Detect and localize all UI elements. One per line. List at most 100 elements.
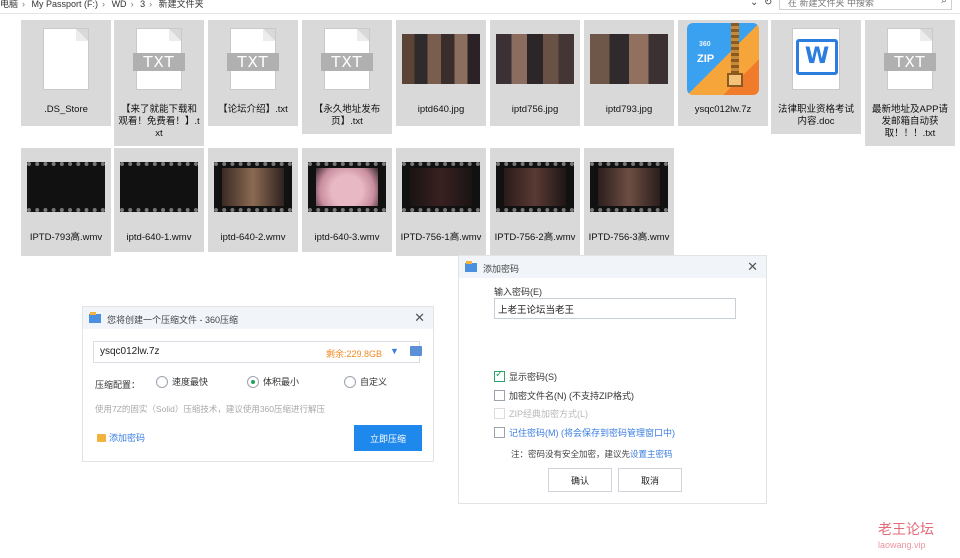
breadcrumb-drive[interactable]: My Passport (F:) [32,0,99,9]
refresh-icon[interactable]: ↻ [764,0,772,8]
file-name: 【论坛介绍】.txt [218,104,288,115]
option-fastest[interactable]: 速度最快 [156,375,208,388]
file-item[interactable]: IPTD-756-1高.wmv [396,148,486,256]
start-compress-button[interactable]: 立即压缩 [354,425,422,451]
file-item[interactable]: W 法律职业资格考试内容.doc [771,20,861,134]
close-icon[interactable]: ✕ [414,310,425,326]
word-document-icon: W [793,29,839,89]
file-name: 法律职业资格考试内容.doc [777,104,854,127]
dialog-title: 添加密码 [483,264,520,274]
file-item[interactable]: .DS_Store [21,20,111,126]
chevron-down-icon[interactable]: ⌄ [750,0,758,8]
txt-file-icon: TXT [321,29,373,89]
txt-file-icon: TXT [227,29,279,89]
file-item[interactable]: iptd-640-3.wmv [302,148,392,252]
show-password-checkbox[interactable]: 显示密码(S) [494,369,557,383]
checkbox-icon [494,427,505,438]
search-icon[interactable]: ⌕ [941,0,947,6]
file-item[interactable]: IPTD-756-2高.wmv [490,148,580,256]
file-item[interactable]: TXT 最新地址及APP请发邮箱自动获取！！！.txt [865,20,955,146]
image-thumbnail [402,34,480,84]
dialog-title: 您将创建一个压缩文件 - 360压缩 [107,315,239,325]
txt-file-icon: TXT [133,29,185,89]
file-item[interactable]: TXT 【论坛介绍】.txt [208,20,298,126]
archive-name-input[interactable] [100,346,280,357]
option-smallest[interactable]: 体积最小 [247,375,299,388]
file-item[interactable]: TXT 【来了就能下载和观看！免费看！】.txt [114,20,204,146]
zip-archive-icon: 360 ZIP [687,23,759,95]
add-password-link[interactable]: 添加密码 [97,431,145,444]
file-name: 【永久地址发布页】.txt [313,104,381,127]
video-thumbnail [590,162,668,212]
file-name: iptd640.jpg [417,104,465,115]
file-name: iptd-640-1.wmv [126,232,192,243]
file-name: IPTD-756-3高.wmv [588,232,670,243]
breadcrumb-computer[interactable]: 电脑 [0,0,18,9]
checkbox-checked-icon [494,369,505,382]
file-item[interactable]: IPTD-756-3高.wmv [584,148,674,256]
image-thumbnail [496,34,574,84]
remember-password-checkbox[interactable]: 记住密码(M) (将会保存到密码管理窗口中) [494,426,675,439]
file-item[interactable]: iptd756.jpg [490,20,580,126]
compression-note: 使用7Z的固实（Solid）压缩技术，建议使用360压缩进行解压 [95,404,326,414]
breadcrumb-folder[interactable]: 新建文件夹 [159,0,204,9]
file-name: 【来了就能下载和观看！免费看！】.txt [118,104,200,139]
password-input[interactable] [498,303,728,314]
file-name: iptd793.jpg [605,104,653,115]
file-item[interactable]: iptd640.jpg [396,20,486,126]
free-space-label: 剩余:229.8GB [326,349,383,359]
ok-button[interactable]: 确认 [548,468,612,492]
file-name: .DS_Store [44,104,88,115]
encrypt-filenames-checkbox[interactable]: 加密文件名(N) (不支持ZIP格式) [494,389,634,402]
radio-selected-icon [247,375,259,388]
config-label: 压缩配置： [95,380,141,390]
video-thumbnail [402,162,480,212]
password-field[interactable] [494,298,736,319]
compress-dialog: 您将创建一个压缩文件 - 360压缩 ✕ 剩余:229.8GB ▼ 压缩配置： … [83,307,433,461]
file-name: 最新地址及APP请发邮箱自动获取！！！.txt [871,104,948,139]
cancel-button[interactable]: 取消 [618,468,682,492]
archive-name-field[interactable]: 剩余:229.8GB ▼ [93,341,422,363]
lock-icon [97,433,106,442]
password-note: 注：密码没有安全加密，建议先设置主密码 [511,449,673,459]
video-thumbnail [120,162,198,212]
file-name: IPTD-793高.wmv [29,232,103,243]
video-thumbnail [496,162,574,212]
breadcrumb-3[interactable]: 3 [140,0,145,9]
file-name: ysqc012lw.7z [694,104,752,115]
file-item[interactable]: IPTD-793高.wmv [21,148,111,256]
file-item[interactable]: iptd-640-1.wmv [114,148,204,252]
file-name: iptd756.jpg [511,104,559,115]
file-item[interactable]: iptd-640-2.wmv [208,148,298,252]
password-label: 输入密码(E) [494,287,542,297]
file-name: iptd-640-2.wmv [220,232,286,243]
360-compress-icon [465,261,477,272]
checkbox-icon [494,408,505,419]
dialog-titlebar[interactable]: 您将创建一个压缩文件 - 360压缩 ✕ [83,307,433,329]
file-name: iptd-640-3.wmv [314,232,380,243]
radio-icon [156,375,168,388]
checkbox-icon [494,390,505,401]
folder-icon[interactable] [410,346,422,356]
zip-classic-checkbox: ZIP经典加密方式(L) [494,407,588,420]
video-thumbnail [27,162,105,212]
dialog-titlebar[interactable]: 添加密码 ✕ [459,256,766,278]
file-item[interactable]: 360 ZIP ysqc012lw.7z [678,20,768,126]
file-item[interactable]: iptd793.jpg [584,20,674,126]
set-master-password-link[interactable]: 设置主密码 [630,449,673,459]
image-thumbnail [590,34,668,84]
file-name: IPTD-756-1高.wmv [400,232,482,243]
360-compress-icon [89,312,101,323]
breadcrumb-wd[interactable]: WD [112,0,127,9]
breadcrumb[interactable]: 电脑 › My Passport (F:) › WD › 3 › 新建文件夹 [0,0,208,9]
video-thumbnail [308,162,386,212]
blank-file-icon [44,29,88,89]
chevron-down-icon[interactable]: ▼ [390,346,399,356]
file-item[interactable]: TXT 【永久地址发布页】.txt [302,20,392,134]
search-box[interactable]: ⌕ [779,0,952,10]
file-name: IPTD-756-2高.wmv [494,232,576,243]
address-bar[interactable]: 电脑› My Passport (F:)› WD› 3› 新建文件夹 ⌄ ↻ ⌕ [0,0,960,14]
search-input[interactable] [788,0,928,8]
option-custom[interactable]: 自定义 [344,375,387,388]
close-icon[interactable]: ✕ [747,259,758,275]
